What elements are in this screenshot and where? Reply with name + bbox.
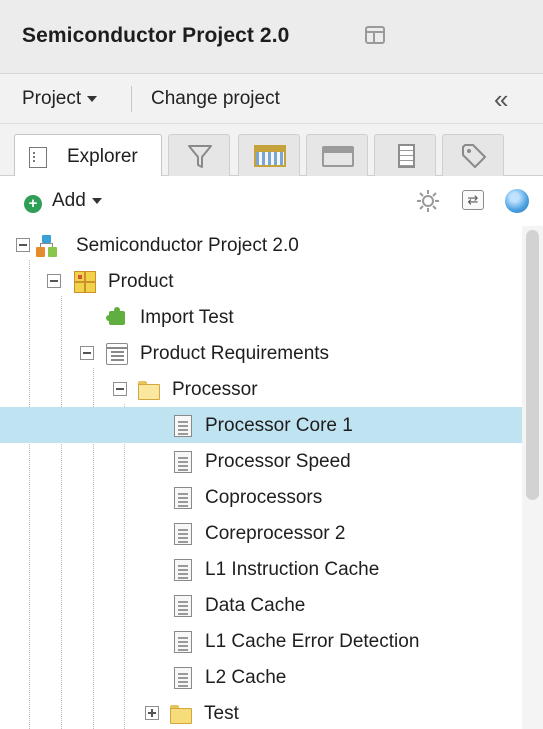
document-icon (29, 147, 47, 168)
tab-grid-view[interactable] (238, 134, 300, 176)
tree-node-data-cache[interactable]: Data Cache (0, 587, 522, 623)
document-icon (174, 595, 192, 617)
project-menu-label: Project (22, 88, 82, 109)
tab-explorer[interactable]: Explorer (14, 134, 162, 177)
swap-icon[interactable]: ⇄ (462, 190, 484, 210)
tree-node-label: L1 Instruction Cache (205, 559, 380, 580)
collapse-toggle[interactable] (47, 274, 61, 288)
product-icon (74, 271, 96, 293)
tree-node-import-test[interactable]: Import Test (0, 299, 522, 335)
collapse-toggle[interactable] (16, 238, 30, 252)
tab-filter[interactable] (168, 134, 230, 176)
tree-node-label: Coprocessors (205, 487, 323, 508)
tree-node-label: L1 Cache Error Detection (205, 631, 420, 652)
grid-view-icon (254, 145, 286, 167)
change-project-button[interactable]: Change project (151, 88, 280, 110)
folder-icon (170, 703, 192, 725)
puzzle-icon (106, 307, 128, 329)
tree-node-label: Product Requirements (140, 343, 330, 364)
document-icon (174, 415, 192, 437)
tree-node-label: Semiconductor Project 2.0 (76, 235, 299, 256)
tree-node-processor[interactable]: Processor (0, 371, 522, 407)
tree-node-product[interactable]: Product (0, 263, 522, 299)
tree-node-label: L2 Cache (205, 667, 287, 688)
add-icon: + (24, 195, 42, 213)
gear-icon[interactable] (415, 188, 441, 214)
explorer-toolbar: + Add ⇄ (0, 176, 543, 226)
divider (131, 86, 132, 112)
add-label: Add (52, 190, 86, 211)
tree-node-label: Test (204, 703, 239, 724)
folder-open-icon (138, 379, 160, 401)
notes-icon (398, 144, 415, 168)
tree-node-processor-core-1[interactable]: Processor Core 1 (0, 407, 522, 443)
window-layout-icon[interactable] (365, 26, 385, 44)
project-menu[interactable]: Project (22, 88, 98, 110)
collapse-toggle[interactable] (113, 382, 127, 396)
expand-toggle[interactable] (145, 706, 159, 720)
tree-node-processor-speed[interactable]: Processor Speed (0, 443, 522, 479)
document-icon (174, 559, 192, 581)
project-bar: Project Change project « (0, 74, 543, 124)
tree-node-label: Data Cache (205, 595, 306, 616)
panel-title: Semiconductor Project 2.0 (22, 24, 290, 47)
project-icon (36, 235, 58, 257)
tree-node-product-requirements[interactable]: Product Requirements (0, 335, 522, 371)
tree-node-label: Processor Speed (205, 451, 351, 472)
tree-node-l1-cache-error-detection[interactable]: L1 Cache Error Detection (0, 623, 522, 659)
tree-node-coprocessors[interactable]: Coprocessors (0, 479, 522, 515)
tab-tags[interactable] (442, 134, 504, 176)
tree-node-label: Product (108, 271, 174, 292)
collapse-panel-icon[interactable]: « (494, 84, 509, 115)
tree-node-project[interactable]: Semiconductor Project 2.0 (0, 227, 522, 263)
tree-node-label: Import Test (140, 307, 234, 328)
tree-node-label: Processor (172, 379, 258, 400)
caret-down-icon (91, 197, 102, 204)
window-icon (322, 146, 354, 167)
tree-node-l2-cache[interactable]: L2 Cache (0, 659, 522, 695)
document-icon (174, 523, 192, 545)
tab-explorer-label: Explorer (67, 146, 138, 167)
tree-node-l1-instruction-cache[interactable]: L1 Instruction Cache (0, 551, 522, 587)
tab-bar: Explorer (0, 124, 543, 177)
caret-down-icon (87, 95, 98, 102)
document-icon (174, 451, 192, 473)
requirements-icon (106, 343, 128, 365)
tree-node-test[interactable]: Test (0, 695, 522, 729)
tree-scrollbar[interactable] (522, 226, 543, 729)
globe-icon[interactable] (505, 189, 529, 213)
tab-window[interactable] (306, 134, 368, 176)
tree-node-label: Processor Core 1 (205, 415, 353, 436)
document-icon (174, 631, 192, 653)
document-icon (174, 487, 192, 509)
scrollbar-thumb[interactable] (526, 230, 539, 500)
add-button[interactable]: + Add (24, 190, 102, 213)
document-icon (174, 667, 192, 689)
panel-header: Semiconductor Project 2.0 (0, 0, 543, 74)
tree-node-label: Coreprocessor 2 (205, 523, 346, 544)
collapse-toggle[interactable] (80, 346, 94, 360)
tab-notes[interactable] (374, 134, 436, 176)
tree-node-coreprocessor-2[interactable]: Coreprocessor 2 (0, 515, 522, 551)
tag-icon (462, 144, 486, 168)
explorer-tree: Semiconductor Project 2.0 Product Import… (0, 226, 522, 729)
filter-icon (188, 145, 212, 168)
